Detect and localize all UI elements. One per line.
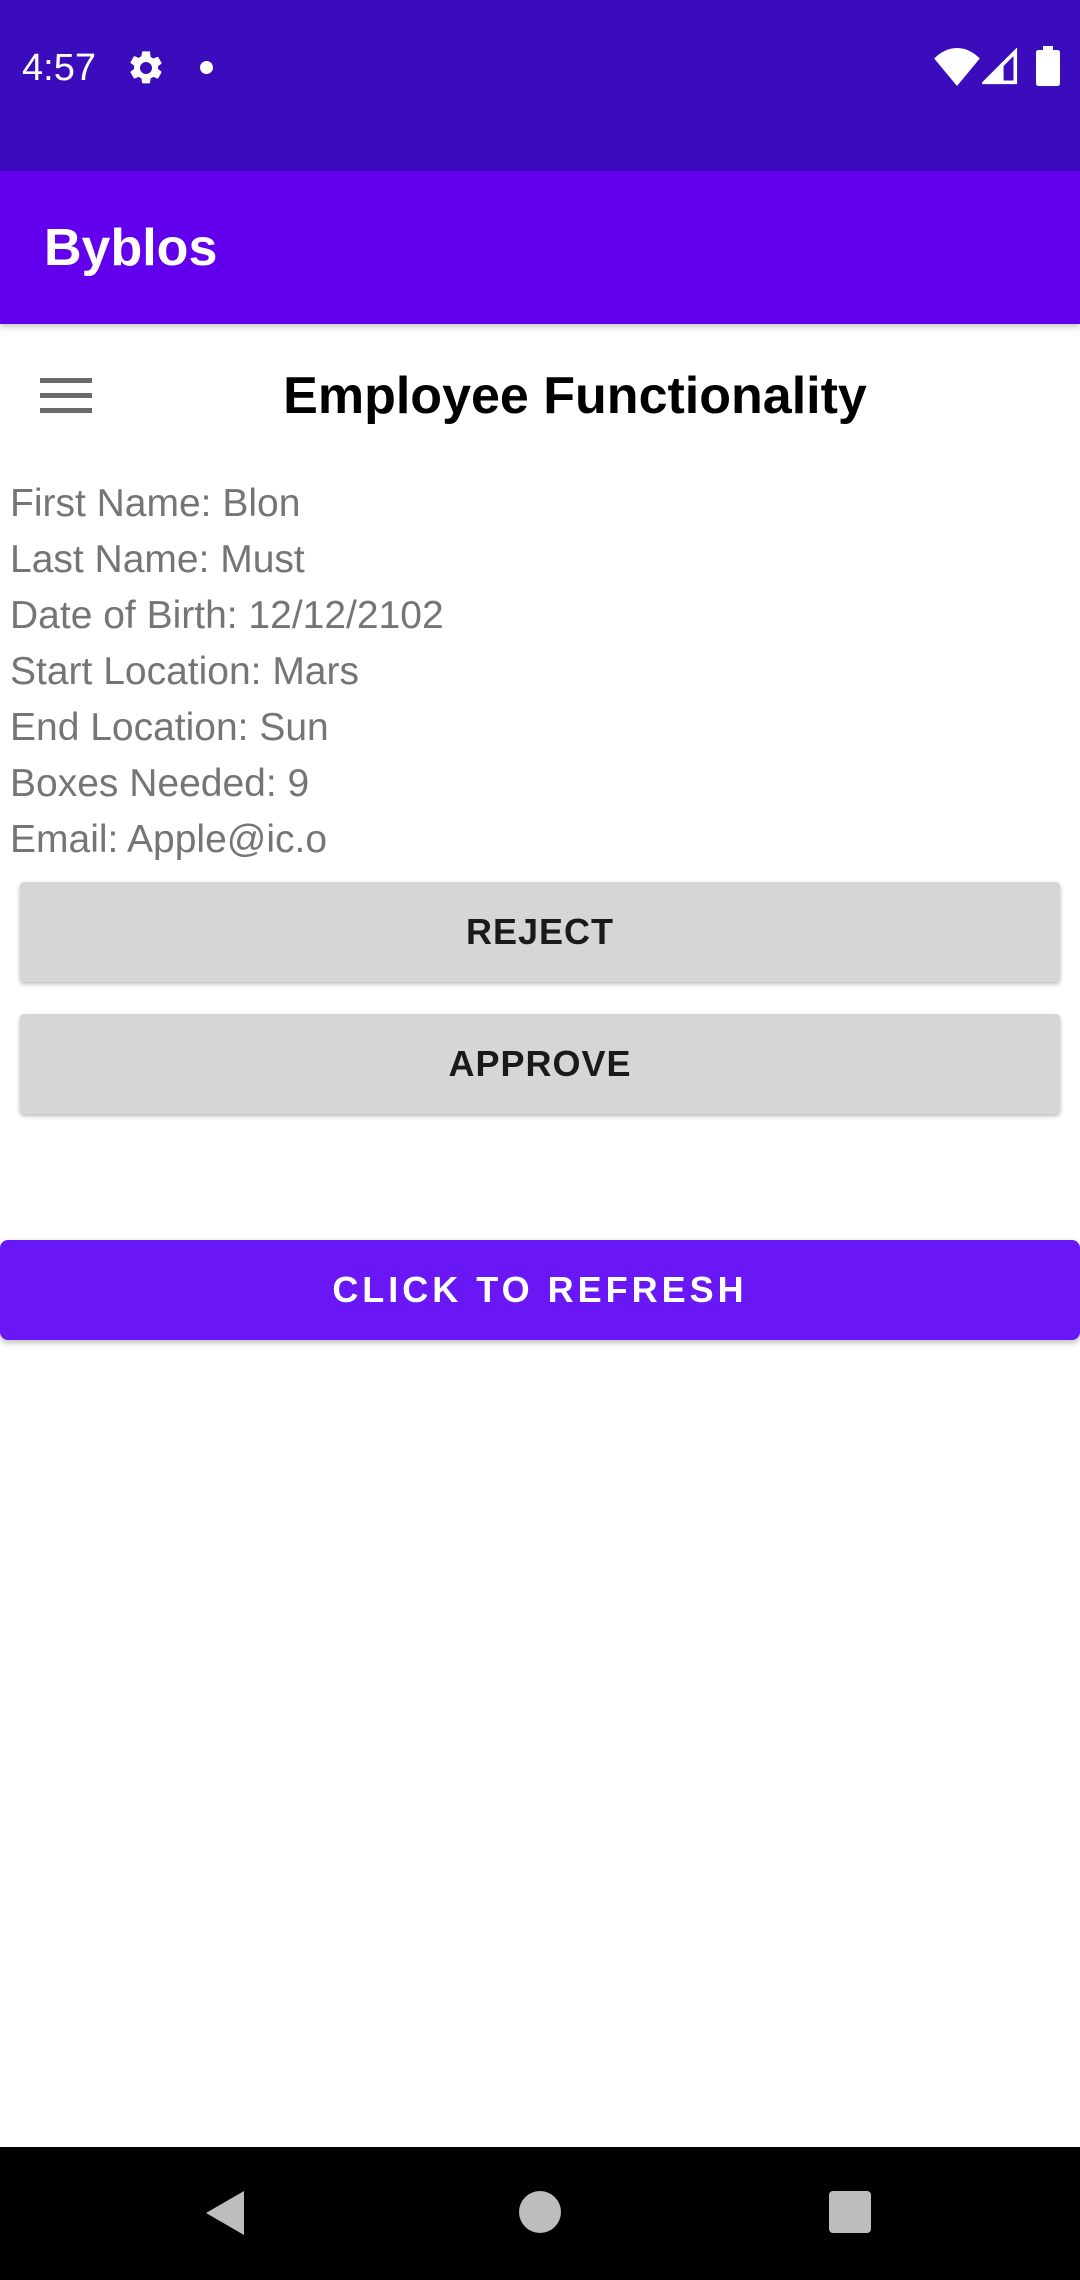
home-icon[interactable]: [519, 2191, 561, 2233]
detail-end-location: End Location: Sun: [10, 706, 329, 749]
recents-icon[interactable]: [829, 2191, 871, 2233]
detail-first-name: First Name: Blon: [10, 482, 301, 525]
status-time: 4:57: [22, 47, 96, 89]
detail-email: Email: Apple@ic.o: [10, 818, 328, 861]
page-title: Employee Functionality: [283, 367, 867, 425]
navigation-bar: [0, 2147, 1080, 2280]
battery-icon: [1036, 46, 1060, 86]
employee-details: First Name: Blon Last Name: Must Date of…: [10, 476, 444, 868]
detail-start-location: Start Location: Mars: [10, 650, 359, 693]
detail-date-of-birth: Date of Birth: 12/12/2102: [10, 594, 444, 637]
hamburger-menu-icon[interactable]: [40, 378, 92, 414]
app-bar: Byblos: [0, 171, 1080, 324]
notification-dot-icon: [200, 61, 213, 74]
approve-button[interactable]: APPROVE: [20, 1014, 1060, 1114]
gear-icon: [130, 51, 162, 84]
app-title: Byblos: [44, 219, 218, 277]
back-icon[interactable]: [204, 2189, 246, 2237]
reject-button[interactable]: REJECT: [20, 882, 1060, 982]
refresh-button[interactable]: CLICK TO REFRESH: [0, 1240, 1080, 1340]
detail-last-name: Last Name: Must: [10, 538, 305, 581]
detail-boxes-needed: Boxes Needed: 9: [10, 762, 310, 805]
status-bar: 4:57: [0, 0, 1080, 171]
signal-icon: [982, 48, 1018, 85]
wifi-icon: [934, 48, 980, 86]
